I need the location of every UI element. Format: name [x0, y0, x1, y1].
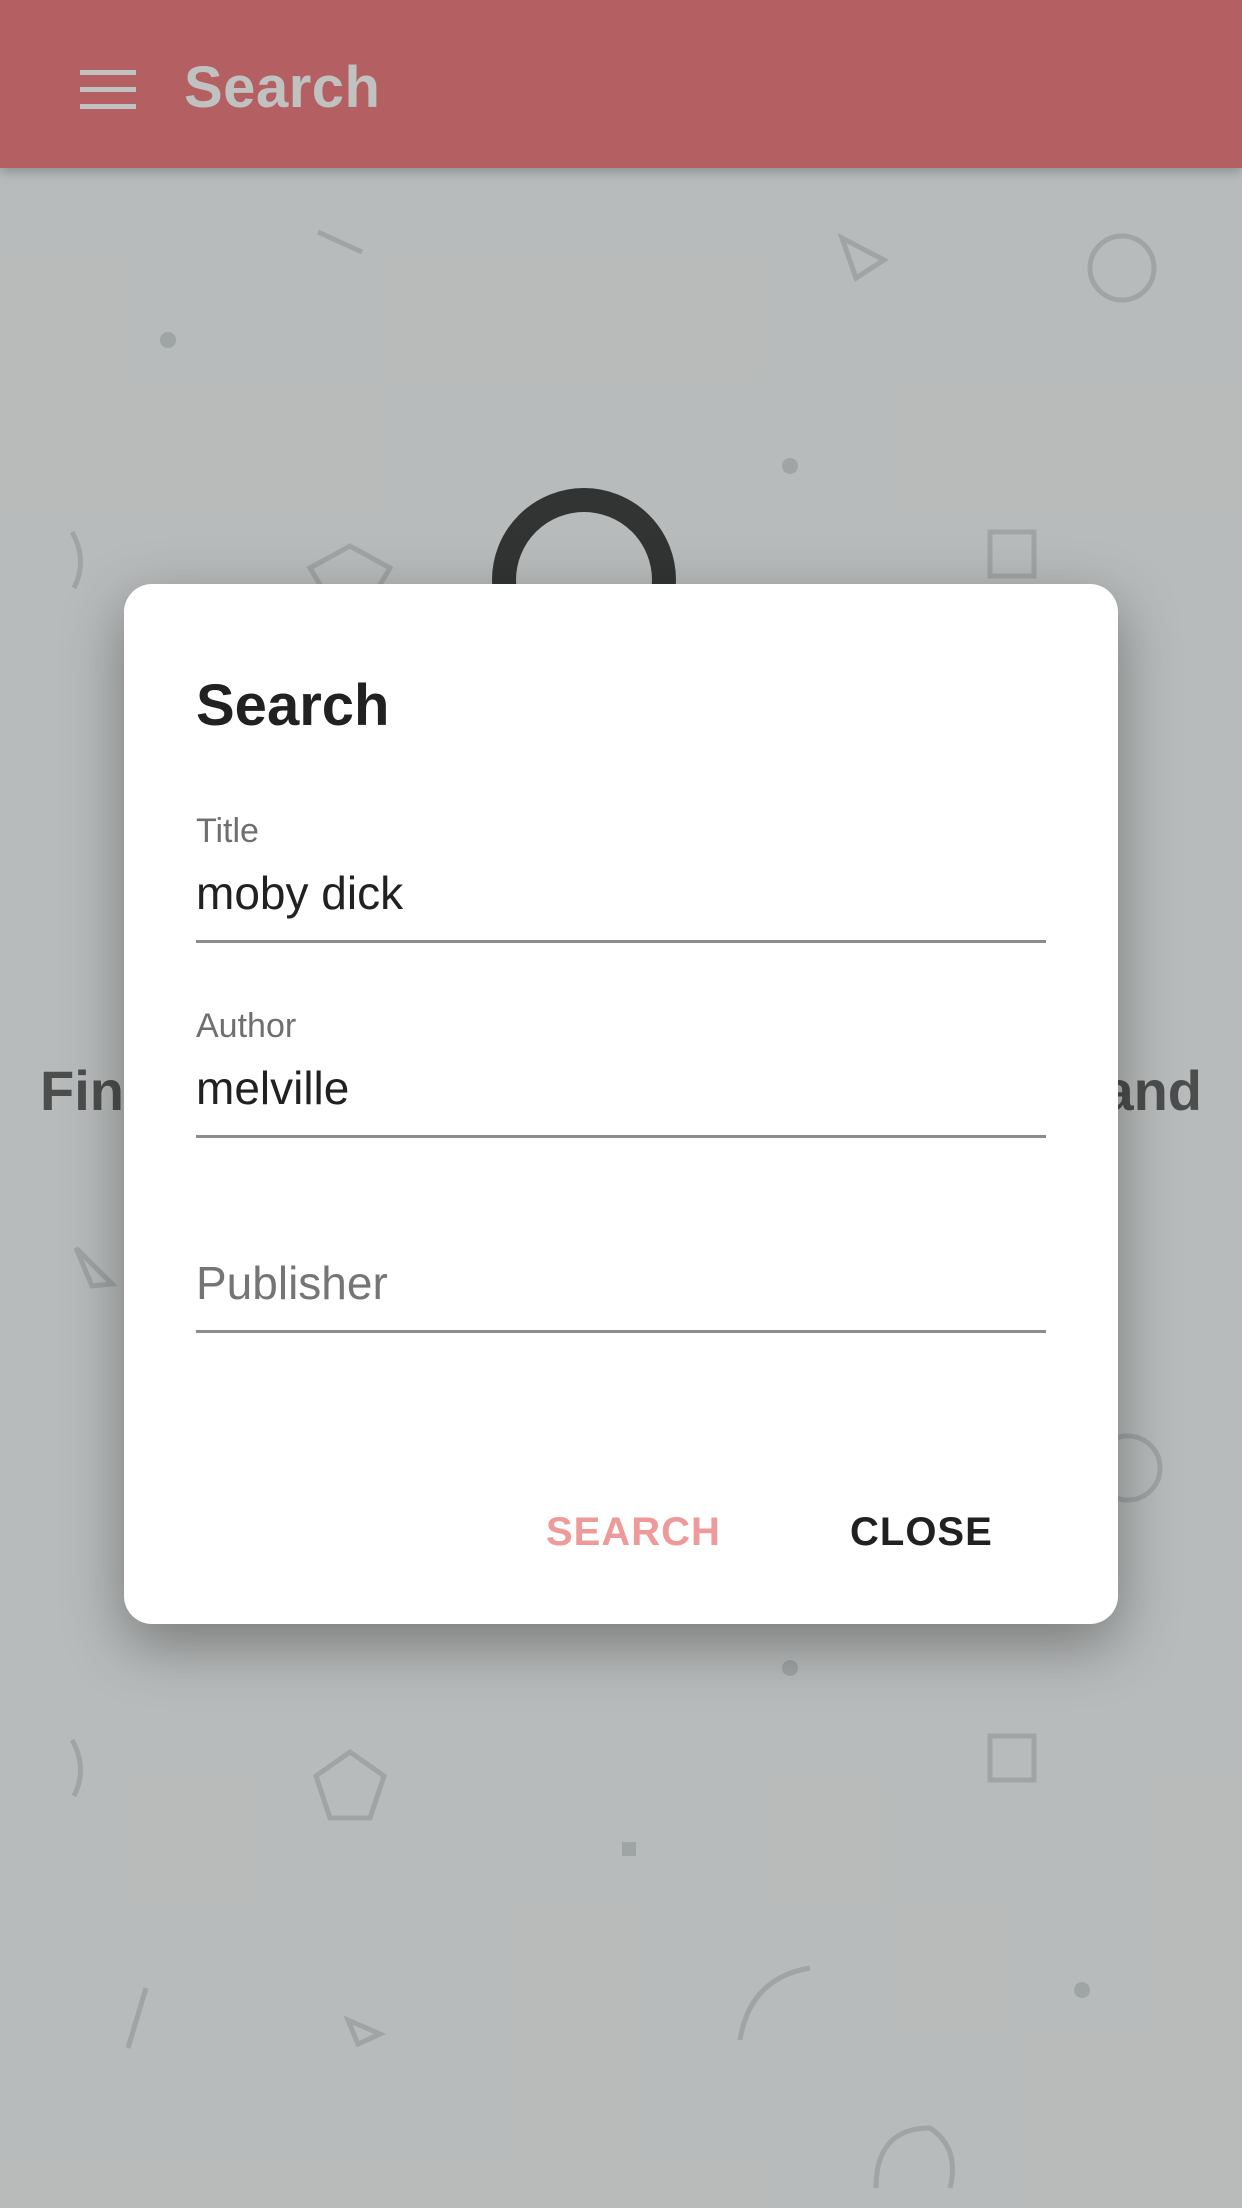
publisher-field[interactable]: Publisher — [196, 1202, 1046, 1342]
author-field-value[interactable]: melville — [196, 1061, 349, 1115]
title-field[interactable]: Title moby dick — [196, 812, 1046, 952]
search-button[interactable]: SEARCH — [546, 1510, 721, 1555]
dialog-title: Search — [196, 673, 390, 738]
title-field-underline — [196, 940, 1046, 943]
author-field-label: Author — [196, 1007, 297, 1045]
search-dialog: Search Title moby dick Author melville P… — [124, 584, 1118, 1624]
close-button[interactable]: CLOSE — [850, 1510, 993, 1555]
title-field-value[interactable]: moby dick — [196, 866, 403, 920]
screen: Search Fin and Search Title moby dick Au… — [0, 0, 1242, 2208]
title-field-label: Title — [196, 812, 259, 850]
author-field[interactable]: Author melville — [196, 1007, 1046, 1147]
publisher-field-underline — [196, 1330, 1046, 1333]
publisher-field-placeholder[interactable]: Publisher — [196, 1256, 388, 1310]
author-field-underline — [196, 1135, 1046, 1138]
